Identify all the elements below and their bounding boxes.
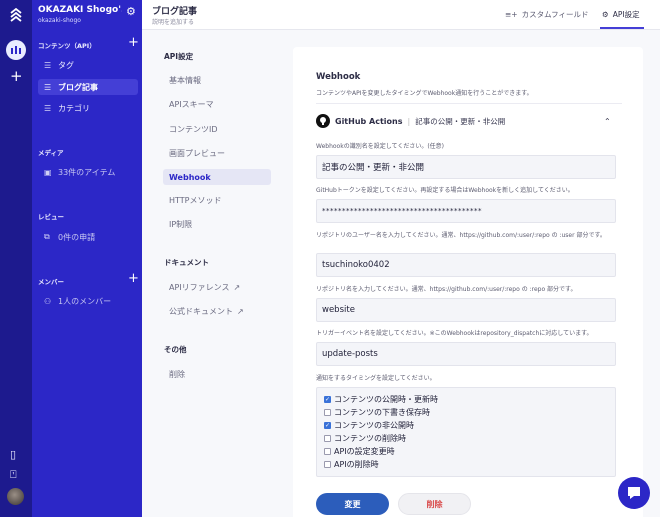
- list-icon: ☰: [44, 103, 52, 113]
- add-api-icon[interactable]: +: [128, 36, 139, 49]
- timing-api-settings-change[interactable]: APIの設定変更時: [324, 446, 395, 457]
- checkbox[interactable]: [324, 435, 331, 442]
- sidebar-item-category[interactable]: ☰ カテゴリ: [38, 100, 138, 116]
- github-actions-header[interactable]: GitHub Actions | 記事の公開・更新・非公開: [316, 114, 505, 128]
- trigger-event-field[interactable]: update-posts: [316, 342, 616, 366]
- app-icon[interactable]: [6, 40, 26, 60]
- webhook-description: コンテンツやAPIを変更したタイミングでWebhook通知を行うことができます。: [316, 90, 533, 97]
- repo-user-field[interactable]: tsuchinoko0402: [316, 253, 616, 277]
- add-description-link[interactable]: 説明を追加する: [152, 17, 194, 26]
- image-icon: ▣: [44, 167, 52, 177]
- service-id: okazaki-shogo: [38, 17, 81, 24]
- members-section-label: メンバー: [38, 278, 64, 286]
- menu-item-preview[interactable]: 画面プレビュー: [163, 145, 271, 161]
- sidebar-item-review[interactable]: ⧉ 0件の申請: [38, 229, 138, 245]
- webhook-heading: Webhook: [316, 72, 361, 82]
- add-member-icon[interactable]: +: [128, 272, 139, 285]
- custom-fields-button[interactable]: ≡+ カスタムフィールド: [505, 9, 588, 20]
- chevron-up-icon[interactable]: ⌃: [604, 117, 611, 126]
- checkbox-checked[interactable]: ✓: [324, 396, 331, 403]
- timing-checkbox-group: ✓ コンテンツの公開時・更新時 コンテンツの下書き保存時 ✓ コンテンツの非公開時 …: [316, 387, 616, 477]
- webhook-name-field[interactable]: 記事の公開・更新・非公開: [316, 155, 616, 179]
- github-icon: [316, 114, 330, 128]
- sidebar-item-media[interactable]: ▣ 33件のアイテム: [38, 164, 138, 180]
- field-label-event: トリガーイベント名を設定してください。※このWebhookはrepository…: [316, 330, 593, 337]
- icon-rail: + ▯ ⍞: [0, 0, 32, 517]
- timing-unpublish[interactable]: ✓ コンテンツの非公開時: [324, 420, 414, 431]
- menu-item-content-id[interactable]: コンテンツID: [163, 121, 271, 137]
- page-title: ブログ記事: [152, 7, 198, 17]
- sidebar-item-blog[interactable]: ☰ ブログ記事: [38, 79, 138, 95]
- external-link-icon: ↗: [233, 282, 241, 292]
- separator: |: [407, 116, 411, 126]
- menu-item-webhook[interactable]: Webhook: [163, 169, 271, 185]
- repo-name-field[interactable]: website: [316, 298, 616, 322]
- sidebar-item-tag[interactable]: ☰ タグ: [38, 57, 138, 73]
- checkbox[interactable]: [324, 448, 331, 455]
- gear-icon[interactable]: ⚙: [126, 5, 136, 18]
- timing-content-delete[interactable]: コンテンツの削除時: [324, 433, 406, 444]
- checkbox[interactable]: [324, 409, 331, 416]
- list-icon: ☰: [44, 60, 52, 70]
- checkbox-checked[interactable]: ✓: [324, 422, 331, 429]
- custom-fields-icon: ≡+: [505, 10, 518, 19]
- chat-icon: [628, 487, 640, 499]
- menu-item-api-reference[interactable]: APIリファレンス ↗: [163, 279, 271, 295]
- api-settings-tab[interactable]: ⚙ API設定: [602, 9, 640, 20]
- chat-button[interactable]: [618, 477, 650, 509]
- external-link-icon: ↗: [237, 306, 244, 316]
- divider: [316, 103, 622, 104]
- save-button[interactable]: 変更: [316, 493, 389, 515]
- provider-value: 記事の公開・更新・非公開: [415, 116, 506, 126]
- field-label-user: リポジトリのユーザー名を入力してください。通常、https://github.c…: [316, 232, 606, 239]
- checkbox[interactable]: [324, 461, 331, 468]
- provider-name: GitHub Actions: [335, 116, 403, 126]
- timing-publish-update[interactable]: ✓ コンテンツの公開時・更新時: [324, 394, 438, 405]
- menu-item-ip-restriction[interactable]: IP制限: [163, 216, 271, 232]
- menu-item-official-docs[interactable]: 公式ドキュメント ↗: [163, 303, 271, 319]
- sidebar-item-members[interactable]: ⚇ 1人のメンバー: [38, 293, 138, 309]
- field-label-name: Webhookの識別名を設定してください。(任意): [316, 143, 445, 150]
- timing-label: 通知をするタイミングを設定してください。: [316, 375, 436, 382]
- top-bar: ブログ記事 説明を追加する ≡+ カスタムフィールド ⚙ API設定: [142, 0, 660, 30]
- menu-item-api-schema[interactable]: APIスキーマ: [163, 96, 271, 112]
- other-section-label: その他: [164, 345, 187, 354]
- gear-icon: ⚙: [602, 10, 609, 19]
- field-label-repo: リポジトリ名を入力してください。通常、https://github.com/:u…: [316, 286, 577, 293]
- book-icon[interactable]: ▯: [10, 448, 16, 461]
- timing-api-delete[interactable]: APIの削除時: [324, 459, 379, 470]
- delete-button[interactable]: 削除: [398, 493, 471, 515]
- docs-section-label: ドキュメント: [164, 258, 209, 267]
- api-settings-section-label: API設定: [164, 52, 194, 61]
- github-token-field[interactable]: ****************************************: [316, 199, 616, 223]
- webhook-panel: Webhook コンテンツやAPIを変更したタイミングでWebhook通知を行う…: [293, 47, 643, 517]
- contents-section-label: コンテンツ（API）: [38, 42, 96, 50]
- add-service-icon[interactable]: +: [10, 69, 23, 84]
- user-icon: ⚇: [44, 296, 52, 306]
- menu-item-http-method[interactable]: HTTPメソッド: [163, 192, 271, 208]
- microcms-logo-icon[interactable]: [8, 7, 24, 24]
- timing-draft-save[interactable]: コンテンツの下書き保存時: [324, 407, 430, 418]
- media-section-label: メディア: [38, 149, 64, 157]
- avatar[interactable]: [7, 488, 24, 505]
- menu-item-basic-info[interactable]: 基本情報: [163, 72, 271, 88]
- info-icon[interactable]: ⍞: [10, 468, 17, 482]
- review-icon: ⧉: [44, 232, 50, 241]
- list-icon: ☰: [44, 82, 52, 92]
- field-label-token: GitHubトークンを設定してください。再設定する場合はWebhookを新しく追…: [316, 187, 574, 194]
- service-sidebar: OKAZAKI Shogo'... okazaki-shogo ⚙ コンテンツ（…: [32, 0, 142, 517]
- service-name[interactable]: OKAZAKI Shogo'...: [38, 5, 122, 15]
- review-section-label: レビュー: [38, 213, 64, 221]
- menu-item-delete[interactable]: 削除: [163, 366, 271, 382]
- active-tab-indicator: [600, 27, 644, 29]
